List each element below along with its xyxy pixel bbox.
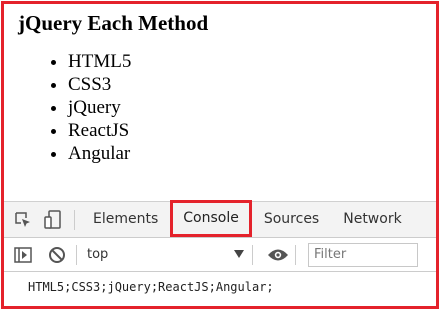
page-heading: jQuery Each Method [18, 11, 209, 35]
tab-elements[interactable]: Elements [81, 202, 170, 237]
framework-list: HTML5 CSS3 jQuery ReactJS Angular [18, 50, 436, 165]
inspect-element-icon[interactable] [12, 209, 34, 231]
list-item: jQuery [68, 96, 436, 119]
devtools-panel: Elements Console Sources Network top Fil… [4, 200, 436, 306]
filter-divider [295, 244, 296, 265]
device-toolbar-icon[interactable] [42, 209, 64, 231]
list-item: CSS3 [68, 73, 436, 96]
screenshot-frame: jQuery Each Method HTML5 CSS3 jQuery Rea… [1, 1, 439, 309]
list-item: ReactJS [68, 119, 436, 142]
devtools-toolbar: Elements Console Sources Network [4, 200, 436, 238]
dropdown-arrow-icon [234, 247, 244, 262]
clear-console-icon[interactable] [46, 244, 68, 266]
context-value: top [87, 247, 109, 262]
filter-placeholder: Filter [314, 247, 347, 262]
filter-divider [252, 244, 253, 265]
filter-input[interactable]: Filter [308, 242, 418, 267]
list-item: Angular [68, 142, 436, 165]
console-filter-bar: top Filter [4, 238, 436, 272]
tab-console[interactable]: Console [170, 200, 252, 237]
filter-divider [76, 244, 77, 265]
sidebar-toggle-icon[interactable] [12, 244, 34, 266]
rendered-page: jQuery Each Method HTML5 CSS3 jQuery Rea… [18, 10, 436, 165]
context-select[interactable]: top [83, 244, 248, 266]
tab-network[interactable]: Network [331, 202, 413, 237]
toolbar-divider [74, 209, 75, 230]
console-output-line: HTML5;CSS3;jQuery;ReactJS;Angular; [28, 280, 274, 294]
list-item: HTML5 [68, 50, 436, 73]
eye-icon[interactable] [267, 244, 289, 266]
tab-sources[interactable]: Sources [252, 202, 331, 237]
